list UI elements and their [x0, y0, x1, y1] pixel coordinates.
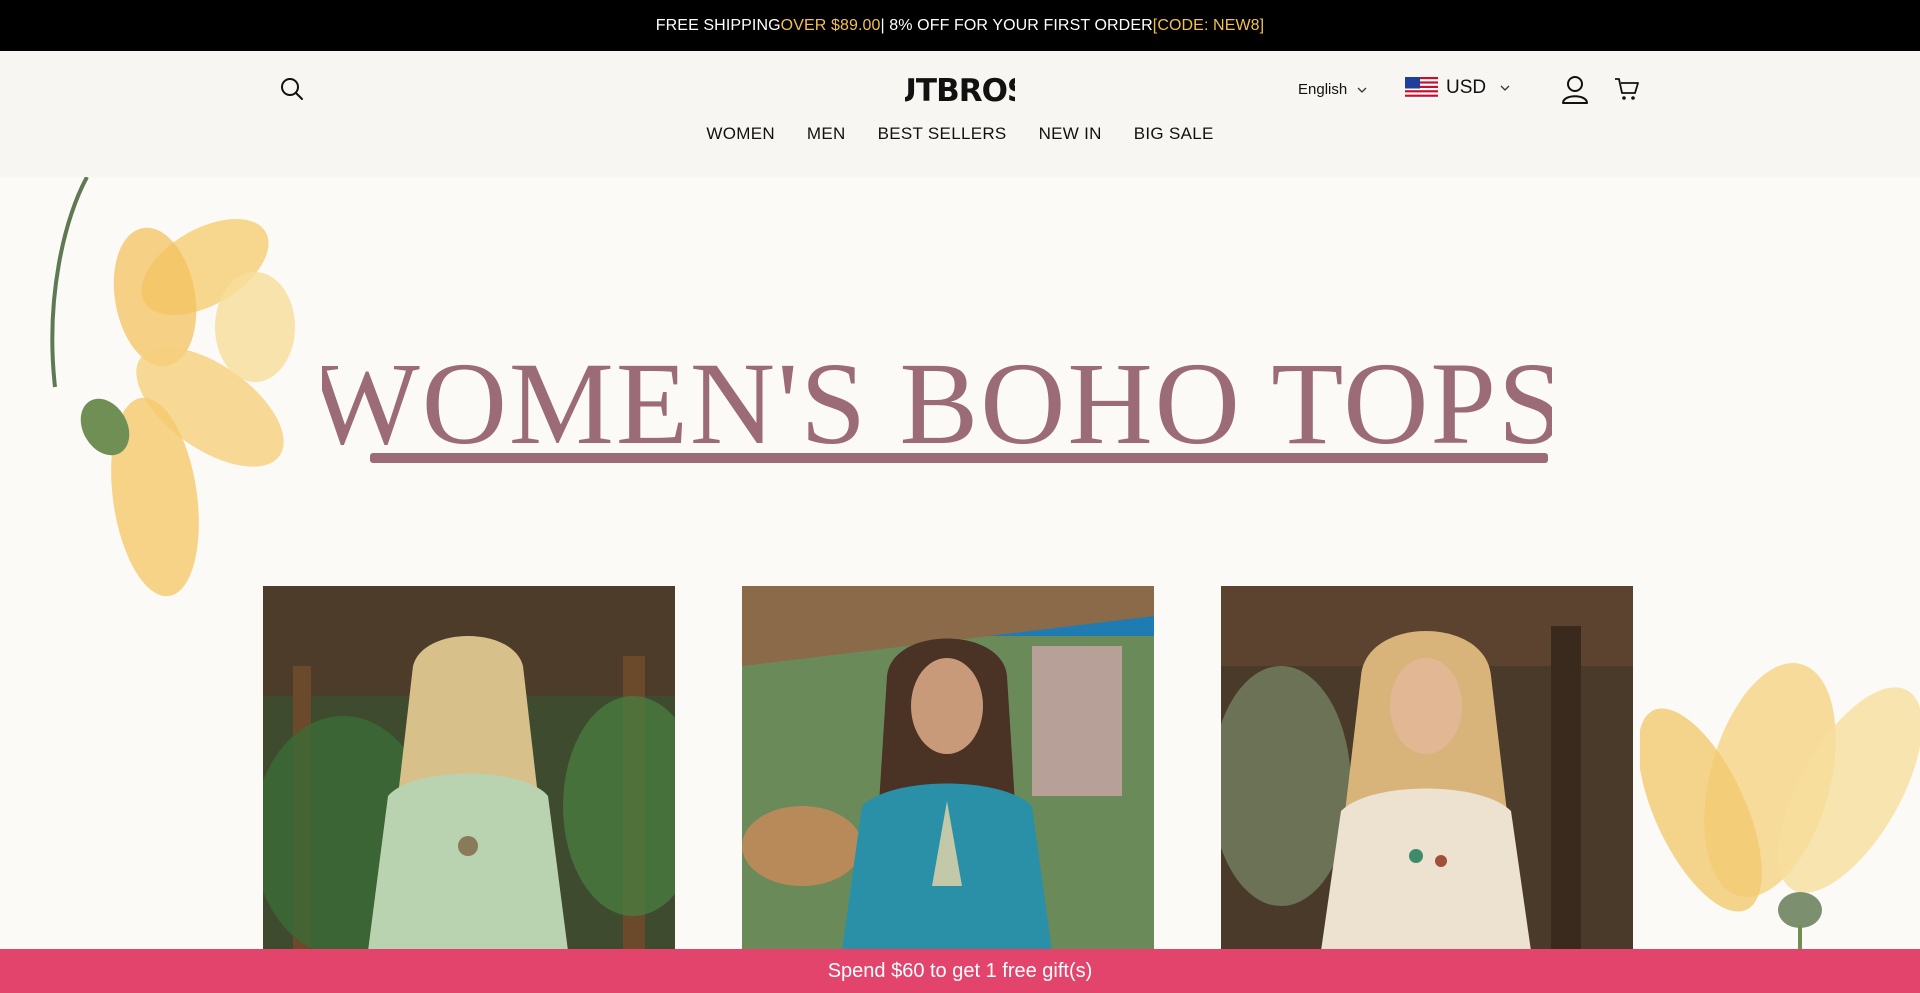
main-nav: WOMEN MEN BEST SELLERS NEW IN BIG SALE	[0, 124, 1920, 144]
free-gift-text: Spend $60 to get 1 free gift(s)	[827, 959, 1093, 982]
nav-item-new-in[interactable]: NEW IN	[1039, 124, 1102, 144]
free-gift-bar[interactable]: Spend $60 to get 1 free gift(s)	[0, 949, 1920, 993]
site-header: UTBROS English USD	[0, 51, 1920, 177]
flower-decoration-right	[1640, 663, 1920, 993]
product-card-3[interactable]	[1221, 586, 1633, 951]
nav-item-women[interactable]: WOMEN	[706, 124, 775, 144]
product-image-teal-top	[742, 586, 1154, 951]
currency-selector[interactable]: USD	[1405, 77, 1510, 99]
product-card-2[interactable]	[742, 586, 1154, 951]
product-image-green-top	[263, 586, 675, 951]
us-flag-icon	[1405, 77, 1438, 99]
nav-item-big-sale[interactable]: BIG SALE	[1134, 124, 1214, 144]
language-label: English	[1298, 81, 1348, 98]
cart-icon	[1615, 78, 1639, 100]
hero-title-graphic: WOMEN'S BOHO TOPS	[322, 338, 1552, 469]
announcement-text-2: | 8% OFF FOR YOUR FIRST ORDER	[880, 16, 1153, 34]
logo[interactable]: UTBROS	[892, 73, 1030, 109]
nav-item-best-sellers[interactable]: BEST SELLERS	[878, 124, 1007, 144]
announcement-highlight-1: OVER $89.00	[780, 16, 881, 34]
search-icon	[281, 78, 303, 100]
search-button[interactable]	[278, 75, 306, 103]
product-grid	[263, 586, 1633, 951]
announcement-highlight-2: [CODE: NEW8]	[1152, 16, 1265, 34]
announcement-text-1: FREE SHIPPING	[655, 16, 781, 34]
chevron-down-icon	[1500, 85, 1510, 91]
hero-title: WOMEN'S BOHO TOPS	[322, 338, 1552, 469]
hero-title-underline	[370, 453, 1548, 463]
nav-item-men[interactable]: MEN	[807, 124, 846, 144]
chevron-down-icon	[1357, 87, 1367, 93]
currency-label: USD	[1446, 77, 1487, 98]
product-card-1[interactable]	[263, 586, 675, 951]
account-button[interactable]	[1561, 75, 1589, 105]
logo-text: UTBROS	[905, 73, 1015, 105]
announcement-bar: FREE SHIPPING OVER $89.00 | 8% OFF FOR Y…	[0, 0, 1920, 51]
user-icon	[1562, 76, 1588, 104]
product-image-cream-top	[1221, 586, 1633, 951]
cart-button[interactable]	[1614, 76, 1640, 102]
language-selector[interactable]: English	[1298, 81, 1367, 98]
